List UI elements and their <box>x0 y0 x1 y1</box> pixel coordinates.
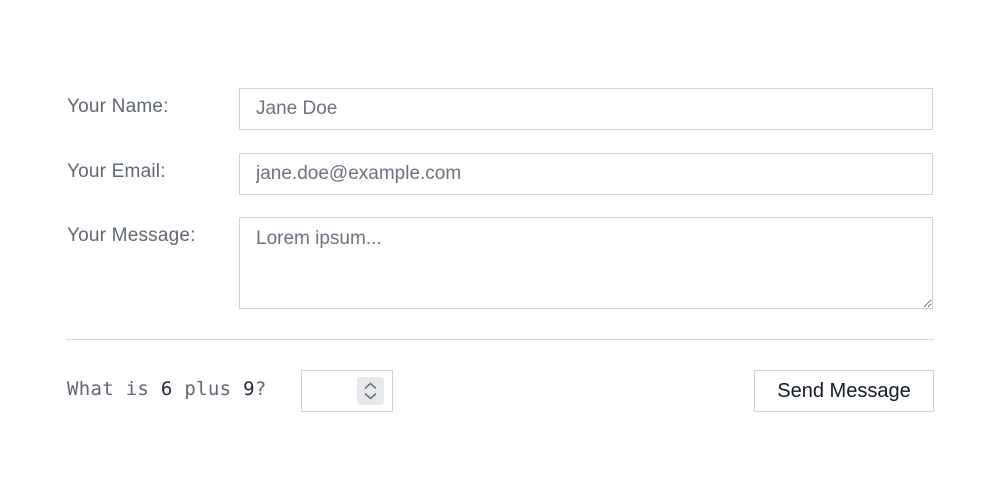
captcha-answer-input[interactable] <box>302 371 356 411</box>
captcha-question: What is 6 plus 9? <box>67 378 267 400</box>
email-input[interactable] <box>239 153 933 195</box>
captcha-operand-a: 6 <box>160 378 173 400</box>
captcha-middle: plus <box>172 378 244 400</box>
name-input[interactable] <box>239 88 933 130</box>
message-textarea[interactable] <box>239 217 933 309</box>
name-label: Your Name: <box>67 96 169 117</box>
form-divider <box>66 339 934 340</box>
up-down-chevron-icon[interactable] <box>357 377 384 405</box>
captcha-suffix: ? <box>254 378 267 400</box>
send-message-button[interactable]: Send Message <box>754 370 934 412</box>
contact-form: Your Name: Your Email: Your Message: Wha… <box>0 0 1000 500</box>
email-label: Your Email: <box>67 161 166 182</box>
message-label: Your Message: <box>67 225 196 246</box>
captcha-operand-b: 9 <box>243 378 255 400</box>
captcha-answer-field <box>301 370 393 412</box>
captcha-prefix: What is <box>67 378 161 400</box>
